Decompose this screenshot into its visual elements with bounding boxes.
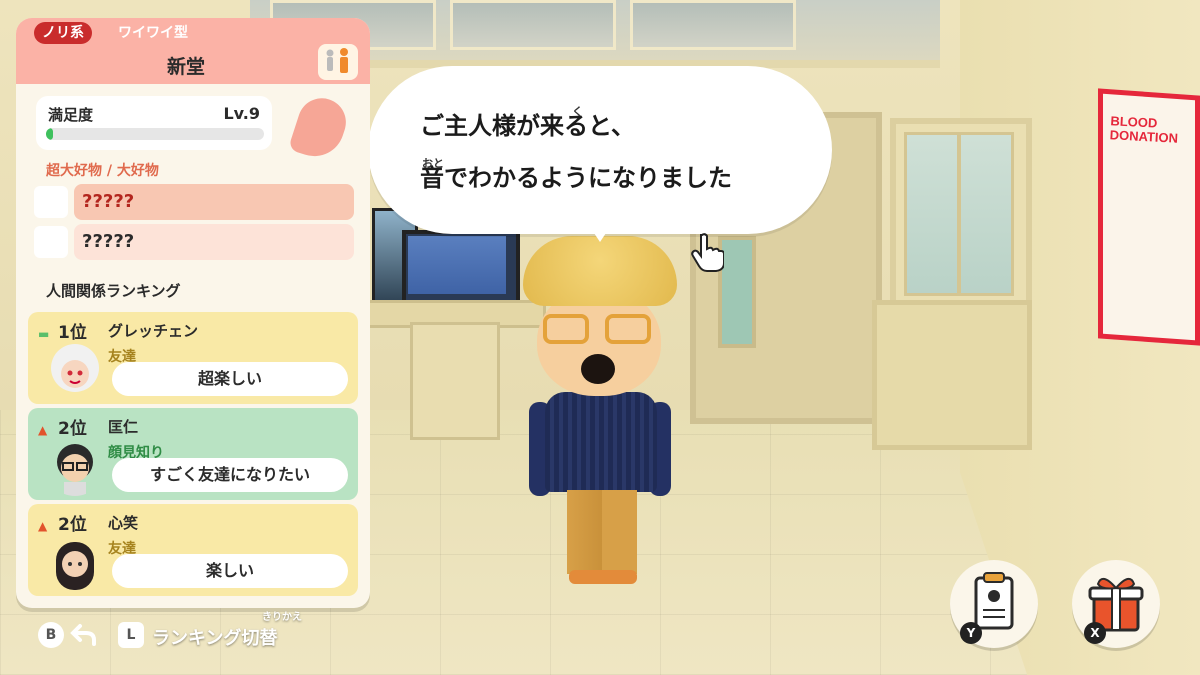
mii-mouth: [581, 354, 615, 384]
y-button-badge: Y: [960, 622, 982, 644]
favorites-header: 超大好物 / 大好物: [46, 163, 159, 179]
speech-ruby-2: おと: [422, 157, 444, 170]
rank-up-arrow-icon: ▲: [38, 423, 48, 437]
speech-line-1: く ご主人様が来ると、: [420, 100, 820, 152]
ranking-entry[interactable]: ▲ 2位 心笑 友達 楽しい: [28, 504, 358, 596]
favorite-item-label: ?????: [74, 184, 354, 220]
cabinet-base: [872, 300, 1032, 450]
satisfaction-label: 満足度: [48, 106, 94, 124]
window-pane: [450, 0, 616, 50]
avatar: [46, 342, 104, 400]
speech-line-1-text: ご主人様が来ると、: [420, 112, 636, 140]
rank-same-icon: ▬: [38, 327, 50, 341]
monitor-screen: [408, 236, 506, 294]
satisfaction-bar: [46, 128, 264, 140]
personality-type: ワイワイ型: [118, 25, 188, 41]
ranking-position: ▬ 1位: [38, 323, 87, 343]
satisfaction-bar-fill: [46, 128, 53, 140]
desk-drawers: [410, 322, 500, 440]
avatar: [46, 438, 104, 496]
ranking-entry[interactable]: ▬ 1位 グレッチェン 友達 超楽しい: [28, 312, 358, 404]
mii-name: 新堂: [166, 56, 205, 78]
ranking-title: 人間関係ランキング: [46, 282, 181, 300]
mii-shoes: [569, 570, 637, 584]
favorite-item-icon: [34, 226, 68, 258]
speech-line-2: おと 音でわかるようになりました: [420, 152, 820, 204]
heart-icon: [287, 92, 353, 164]
personality-tag: ノリ系: [34, 22, 92, 44]
ranking-status: すごく友達になりたい: [112, 458, 348, 492]
speech-bubble-tail: [588, 224, 612, 242]
gift-button[interactable]: X: [1072, 560, 1160, 648]
avatar: [46, 534, 104, 592]
favorite-row: ?????: [32, 224, 354, 260]
speech-ruby-1: く: [572, 105, 583, 118]
b-button[interactable]: B: [38, 622, 64, 648]
ranking-name: 心笑: [108, 514, 139, 532]
mii-character[interactable]: [515, 236, 685, 586]
ranking-name: 匡仁: [108, 418, 139, 436]
mii-glasses: [543, 314, 655, 346]
ranking-status: 超楽しい: [112, 362, 348, 396]
switch-ruby: きりかえ: [262, 612, 302, 623]
x-button-badge: X: [1084, 622, 1106, 644]
speech-line-2-text: 音でわかるようになりました: [420, 164, 732, 192]
speech-text: く ご主人様が来ると、 おと 音でわかるようになりました: [420, 100, 820, 204]
clipboard-button[interactable]: Y: [950, 560, 1038, 648]
gender-icon: [318, 44, 358, 80]
ranking-name: グレッチェン: [108, 322, 199, 340]
mii-info-panel: ノリ系 ワイワイ型 新堂 満足度 Lv.9 超大好物 / 大好物 ????? ?…: [16, 18, 370, 608]
hand-cursor-icon: [691, 233, 724, 272]
cabinet-glass-left: [904, 132, 960, 296]
mii-hair: [523, 236, 677, 306]
ranking-position: ▲ 2位: [38, 515, 87, 535]
back-arrow-icon[interactable]: [70, 622, 98, 648]
ranking-position: ▲ 2位: [38, 419, 87, 439]
favorite-item-label: ?????: [74, 224, 354, 260]
poster-title: BLOOD DONATION: [1109, 113, 1179, 146]
mii-jacket: [545, 392, 657, 492]
ranking-entry[interactable]: ▲ 2位 匡仁 顔見知り すごく友達になりたい: [28, 408, 358, 500]
panel-header: ノリ系 ワイワイ型 新堂: [16, 18, 370, 84]
l-button[interactable]: L: [118, 622, 144, 648]
rank-up-arrow-icon: ▲: [38, 519, 48, 533]
ranking-status: 楽しい: [112, 554, 348, 588]
cabinet-glass-right: [958, 132, 1014, 296]
ranking-switch-label[interactable]: ランキング切替: [152, 624, 277, 650]
favorite-row: ?????: [32, 184, 354, 220]
satisfaction-card: 満足度 Lv.9: [36, 96, 272, 150]
satisfaction-level: Lv.9: [223, 104, 260, 123]
window-pane: [630, 0, 796, 50]
favorite-item-icon: [34, 186, 68, 218]
mii-pants: [567, 490, 637, 574]
